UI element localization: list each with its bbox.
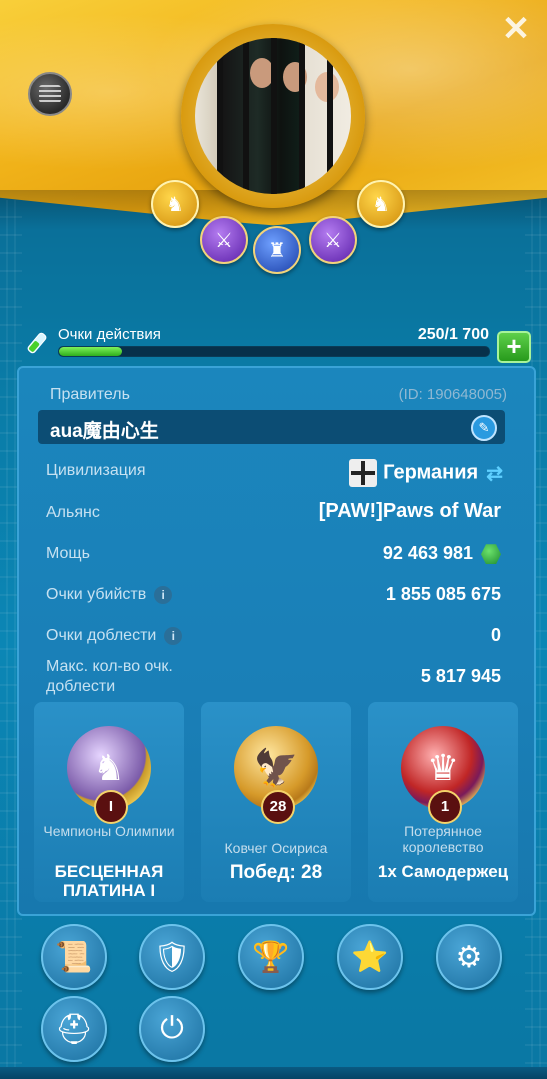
bar-decoration xyxy=(243,38,249,194)
rank-star-icon[interactable]: ⭐ xyxy=(337,924,403,990)
commander-badge-icon[interactable]: ♞ xyxy=(357,180,405,228)
civilization-row[interactable]: Германия ⇄ xyxy=(349,459,503,487)
edit-name-icon[interactable]: ✎ xyxy=(471,415,497,441)
commander-badge-icon[interactable]: ♞ xyxy=(151,180,199,228)
bar-decoration xyxy=(271,38,277,194)
bar-decoration xyxy=(299,38,305,194)
achievement-card-olympia[interactable]: ♞ I Чемпионы Олимпии БЕСЦЕННАЯ ПЛАТИНА I xyxy=(34,702,184,902)
bar-decoration xyxy=(217,38,223,194)
player-id: (ID: 190648005) xyxy=(398,386,507,403)
swap-icon[interactable]: ⇄ xyxy=(486,461,503,486)
power-value: 92 463 981 xyxy=(382,543,473,563)
settings-button[interactable] xyxy=(28,72,72,116)
add-action-points-button[interactable]: + xyxy=(497,331,531,363)
name-box: aua魔由心生 ✎ xyxy=(38,410,505,444)
bar-decoration xyxy=(327,38,333,194)
civilization-label: Цивилизация xyxy=(46,462,146,479)
achievement-value: Побед: 28 xyxy=(229,862,323,883)
achievement-title: Потерянное королевство xyxy=(402,823,484,855)
achievement-card-osiris[interactable]: 🦅 28 Ковчег Осириса Побед: 28 xyxy=(201,702,351,902)
menu-lines-icon xyxy=(39,85,61,103)
action-points-label: Очки действия xyxy=(58,326,161,343)
potion-icon xyxy=(27,332,47,354)
achievement-value: БЕСЦЕННАЯ ПЛАТИНА I xyxy=(54,862,164,900)
max-valor-value: 5 817 945 xyxy=(420,666,501,686)
action-points-value: 250/1 700 xyxy=(417,326,489,343)
valor-label: Очки доблести xyxy=(46,627,157,645)
action-points-bar xyxy=(58,346,490,357)
commander-badge-icon[interactable]: ⚔ xyxy=(309,216,357,264)
max-valor-label: Макс. кол-во очк. доблести xyxy=(46,658,173,695)
power-off-icon[interactable]: ⏻ xyxy=(139,996,205,1062)
ruler-label: Правитель xyxy=(50,386,130,403)
achievement-title: Ковчег Осириса xyxy=(224,840,328,856)
commander-icon[interactable]: ⛑ xyxy=(41,996,107,1062)
medal-number: I xyxy=(94,790,128,824)
info-icon[interactable]: i xyxy=(164,627,183,645)
achievement-title: Чемпионы Олимпии xyxy=(43,823,175,839)
close-button[interactable]: ✕ xyxy=(499,12,533,46)
kill-points-label: Очки убийств xyxy=(46,586,147,604)
valor-value: 0 xyxy=(490,625,501,645)
bottom-bar xyxy=(0,1067,547,1079)
power-gem-icon xyxy=(481,544,501,565)
scroll-notice-icon[interactable]: 📜 xyxy=(41,924,107,990)
germany-flag-icon xyxy=(349,459,378,487)
alliance-label: Альянс xyxy=(46,504,100,521)
achievement-card-lost-kingdom[interactable]: ♛ 1 Потерянное королевство 1x Самодержец xyxy=(368,702,518,902)
kill-points-value: 1 855 085 675 xyxy=(385,584,501,604)
action-points-fill xyxy=(59,347,123,356)
kill-points-row-label: Очки убийств i xyxy=(46,586,173,604)
player-name: aua魔由心生 xyxy=(50,421,159,442)
medal-number: 28 xyxy=(261,790,295,824)
avatar[interactable] xyxy=(195,38,351,194)
gear-icon[interactable]: ⚙ xyxy=(436,924,502,990)
valor-row-label: Очки доблести i xyxy=(46,627,183,645)
medal-number: 1 xyxy=(428,790,462,824)
trophy-icon[interactable]: 🏆 xyxy=(238,924,304,990)
info-icon[interactable]: i xyxy=(154,586,173,604)
troops-icon[interactable]: 🛡 xyxy=(139,924,205,990)
alliance-value[interactable]: [PAW!]Paws of War xyxy=(319,500,501,523)
power-row: 92 463 981 xyxy=(382,543,501,565)
civilization-value: Германия xyxy=(383,461,479,484)
commander-badge-icon[interactable]: ♜ xyxy=(253,226,301,274)
achievement-value: 1x Самодержец xyxy=(377,862,509,881)
commander-badge-icon[interactable]: ⚔ xyxy=(200,216,248,264)
power-label: Мощь xyxy=(46,545,90,562)
